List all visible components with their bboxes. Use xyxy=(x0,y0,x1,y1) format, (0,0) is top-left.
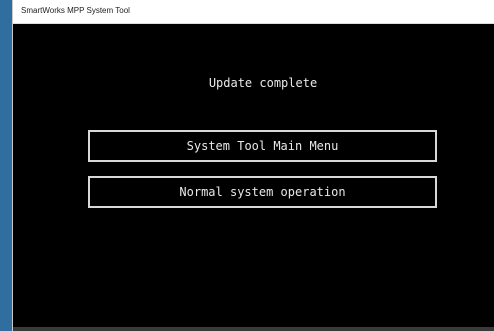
normal-system-operation-button[interactable]: Normal system operation xyxy=(88,176,437,208)
window-title: SmartWorks MPP System Tool xyxy=(21,6,130,15)
system-tool-main-menu-button[interactable]: System Tool Main Menu xyxy=(88,130,437,162)
button-label: Normal system operation xyxy=(179,185,346,199)
button-label: System Tool Main Menu xyxy=(186,139,339,153)
app-content: Update complete System Tool Main Menu No… xyxy=(13,24,494,331)
window-bottom-edge xyxy=(13,327,494,331)
window-titlebar: SmartWorks MPP System Tool xyxy=(13,0,494,24)
app-window: SmartWorks MPP System Tool Update comple… xyxy=(12,0,494,331)
desktop-background xyxy=(0,0,12,331)
status-message: Update complete xyxy=(208,76,318,90)
